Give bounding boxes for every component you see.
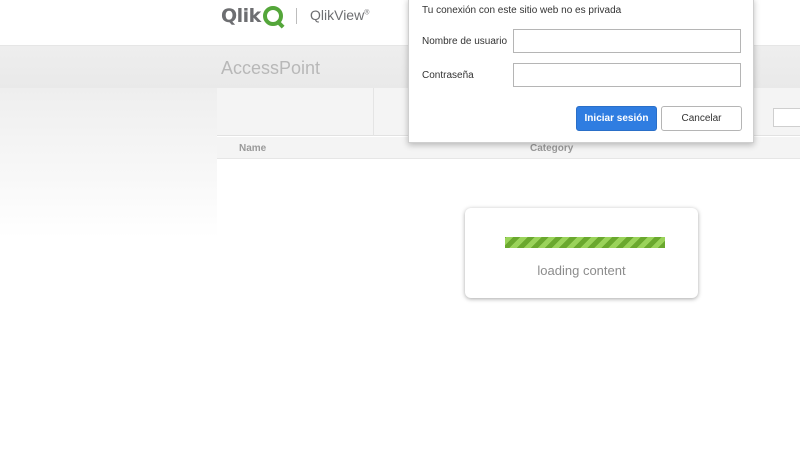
password-label: Contraseña xyxy=(422,70,474,81)
qlikview-logo: QlikView® xyxy=(310,7,369,23)
username-label: Nombre de usuario xyxy=(422,36,508,47)
loading-text: loading content xyxy=(537,263,626,278)
password-input[interactable] xyxy=(513,63,741,87)
auth-dialog: Tu conexión con este sitio web no es pri… xyxy=(408,0,754,143)
qlikview-logo-text: QlikView xyxy=(310,7,365,23)
column-header-category[interactable]: Category xyxy=(530,143,573,154)
left-panel xyxy=(0,88,217,238)
column-header-name[interactable]: Name xyxy=(239,143,266,154)
page: Qlik QlikView® AccessPoint Name Category… xyxy=(0,0,800,450)
loading-progress-bar xyxy=(505,237,665,248)
loading-progress-fill xyxy=(505,237,665,248)
registered-mark: ® xyxy=(364,9,370,17)
loading-card: loading content xyxy=(465,208,698,298)
qlik-q-icon xyxy=(262,6,283,26)
page-title: AccessPoint xyxy=(221,58,321,78)
toolbar-divider xyxy=(373,88,374,136)
qlik-logo-text: Qlik xyxy=(221,5,261,27)
cancel-button[interactable]: Cancelar xyxy=(661,106,742,131)
username-input[interactable] xyxy=(513,29,741,53)
qlik-logo[interactable]: Qlik xyxy=(221,5,283,27)
dialog-message: Tu conexión con este sitio web no es pri… xyxy=(422,5,622,16)
logo-divider xyxy=(296,8,297,24)
login-button[interactable]: Iniciar sesión xyxy=(576,106,657,131)
search-input[interactable] xyxy=(773,108,800,127)
